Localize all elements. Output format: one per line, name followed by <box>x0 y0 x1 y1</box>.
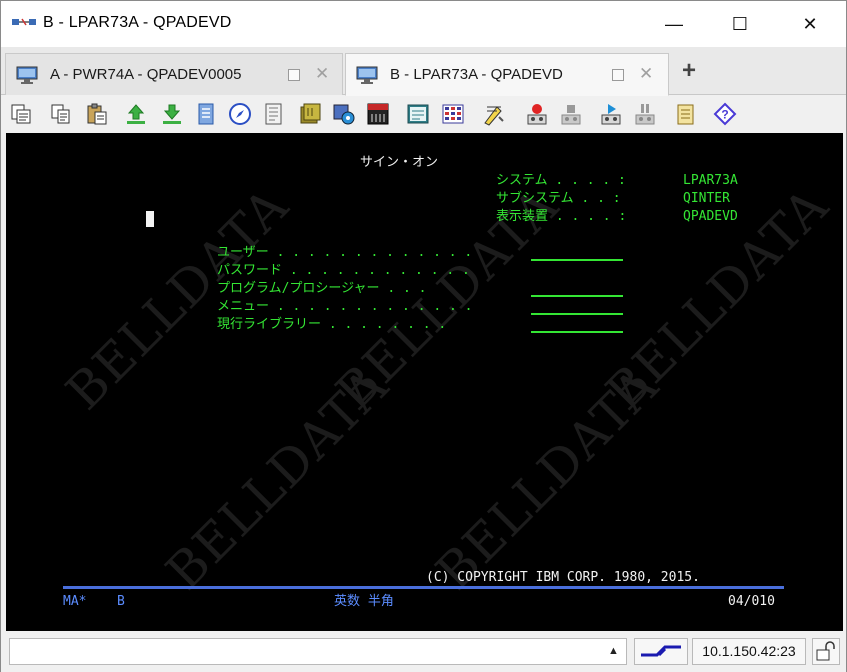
status-message-field <box>9 638 627 665</box>
connection-icon <box>641 645 681 657</box>
send-file-icon[interactable] <box>124 102 148 126</box>
signon-title: サイン・オン <box>360 155 439 170</box>
copy-icon[interactable] <box>49 102 73 126</box>
security-status[interactable] <box>812 638 840 665</box>
maximize-icon: ☐ <box>731 13 749 34</box>
close-icon: ✕ <box>802 13 818 34</box>
field-label-library: 現行ライブラリー . . . . . . . . <box>217 317 447 332</box>
keypad-icon[interactable] <box>441 102 465 126</box>
info-label-display: 表示装置 . . . . : <box>496 209 627 224</box>
stop-record-icon[interactable] <box>559 102 583 126</box>
new-tab-button[interactable]: + <box>675 57 703 85</box>
oia-status: MA* <box>63 594 87 609</box>
notes-icon[interactable] <box>262 102 286 126</box>
connection-status[interactable] <box>634 638 688 665</box>
scroll-up-icon[interactable]: ▲ <box>608 645 619 657</box>
oia-divider <box>63 586 784 589</box>
edit-tools-icon[interactable] <box>482 102 506 126</box>
monitor-icon <box>16 66 38 84</box>
toolbar: ? <box>1 96 846 132</box>
tab-restore-icon[interactable] <box>612 69 624 81</box>
watermark: BELLDATA <box>424 356 670 601</box>
title-bar: B - LPAR73A - QPADEVD — ☐ ✕ <box>1 1 846 47</box>
session-tab-bar: A - PWR74A - QPADEV0005 ✕ B - LPAR73A - … <box>1 47 846 96</box>
sql-icon[interactable] <box>366 102 390 126</box>
archive-icon[interactable] <box>298 102 322 126</box>
oia-cursor-position: 04/010 <box>728 594 775 609</box>
tab-label: A - PWR74A - QPADEV0005 <box>50 66 242 83</box>
monitor-icon <box>356 66 378 84</box>
navigator-icon[interactable] <box>228 102 252 126</box>
unlock-icon <box>816 641 835 661</box>
host-address: 10.1.150.42:23 <box>692 638 806 665</box>
watermark: BELLDATA <box>154 356 400 601</box>
tab-close-icon[interactable]: ✕ <box>315 64 329 84</box>
svg-text:?: ? <box>721 108 728 122</box>
emulator-window: B - LPAR73A - QPADEVD — ☐ ✕ A - PWR74A -… <box>0 0 847 672</box>
close-button[interactable]: ✕ <box>787 1 833 47</box>
print-screen-icon[interactable] <box>9 102 33 126</box>
menu-input[interactable] <box>531 313 623 315</box>
info-value-system: LPAR73A <box>683 173 738 188</box>
status-bar: ▲ 10.1.150.42:23 <box>1 635 846 672</box>
maximize-button[interactable]: ☐ <box>717 1 763 47</box>
tab-label: B - LPAR73A - QPADEVD <box>390 66 563 83</box>
receive-file-icon[interactable] <box>160 102 184 126</box>
field-label-program: プログラム/プロシージャー . . . <box>217 281 427 296</box>
info-label-subsystem: サブシステム . . : <box>496 191 621 206</box>
pause-icon[interactable] <box>633 102 657 126</box>
terminal-screen[interactable]: BELLDATA BELLDATA BELLDATA BELLDATA BELL… <box>6 133 843 631</box>
tab-session-a[interactable]: A - PWR74A - QPADEV0005 ✕ <box>5 53 343 95</box>
field-label-user: ユーザー . . . . . . . . . . . . . <box>217 245 473 260</box>
info-value-subsystem: QINTER <box>683 191 730 206</box>
clipboard-icon[interactable] <box>674 102 698 126</box>
record-icon[interactable] <box>525 102 549 126</box>
field-label-menu: メニュー . . . . . . . . . . . . . <box>217 299 473 314</box>
info-label-system: システム . . . . : <box>496 173 626 188</box>
oia-session: B <box>117 594 125 609</box>
settings-icon[interactable] <box>332 102 356 126</box>
oia-input-mode: 英数 半角 <box>334 594 394 609</box>
copyright-text: (C) COPYRIGHT IBM CORP. 1980, 2015. <box>426 570 700 585</box>
paste-icon[interactable] <box>85 102 109 126</box>
help-icon[interactable]: ? <box>713 102 737 126</box>
tab-restore-icon[interactable] <box>288 69 300 81</box>
connection-app-icon <box>12 18 36 26</box>
minimize-button[interactable]: — <box>651 1 697 47</box>
info-value-display: QPADEVD <box>683 209 738 224</box>
tab-session-b[interactable]: B - LPAR73A - QPADEVD ✕ <box>345 53 669 96</box>
play-macro-icon[interactable] <box>599 102 623 126</box>
text-cursor <box>146 211 154 227</box>
user-input[interactable] <box>531 259 623 261</box>
library-input[interactable] <box>531 331 623 333</box>
field-label-password: パスワード . . . . . . . . . . . . <box>217 263 470 278</box>
window-title: B - LPAR73A - QPADEVD <box>43 14 232 31</box>
display-icon[interactable] <box>406 102 430 126</box>
program-input[interactable] <box>531 295 623 297</box>
macro-icon[interactable] <box>194 102 218 126</box>
minimize-icon: — <box>665 13 683 34</box>
tab-close-icon[interactable]: ✕ <box>639 64 653 84</box>
